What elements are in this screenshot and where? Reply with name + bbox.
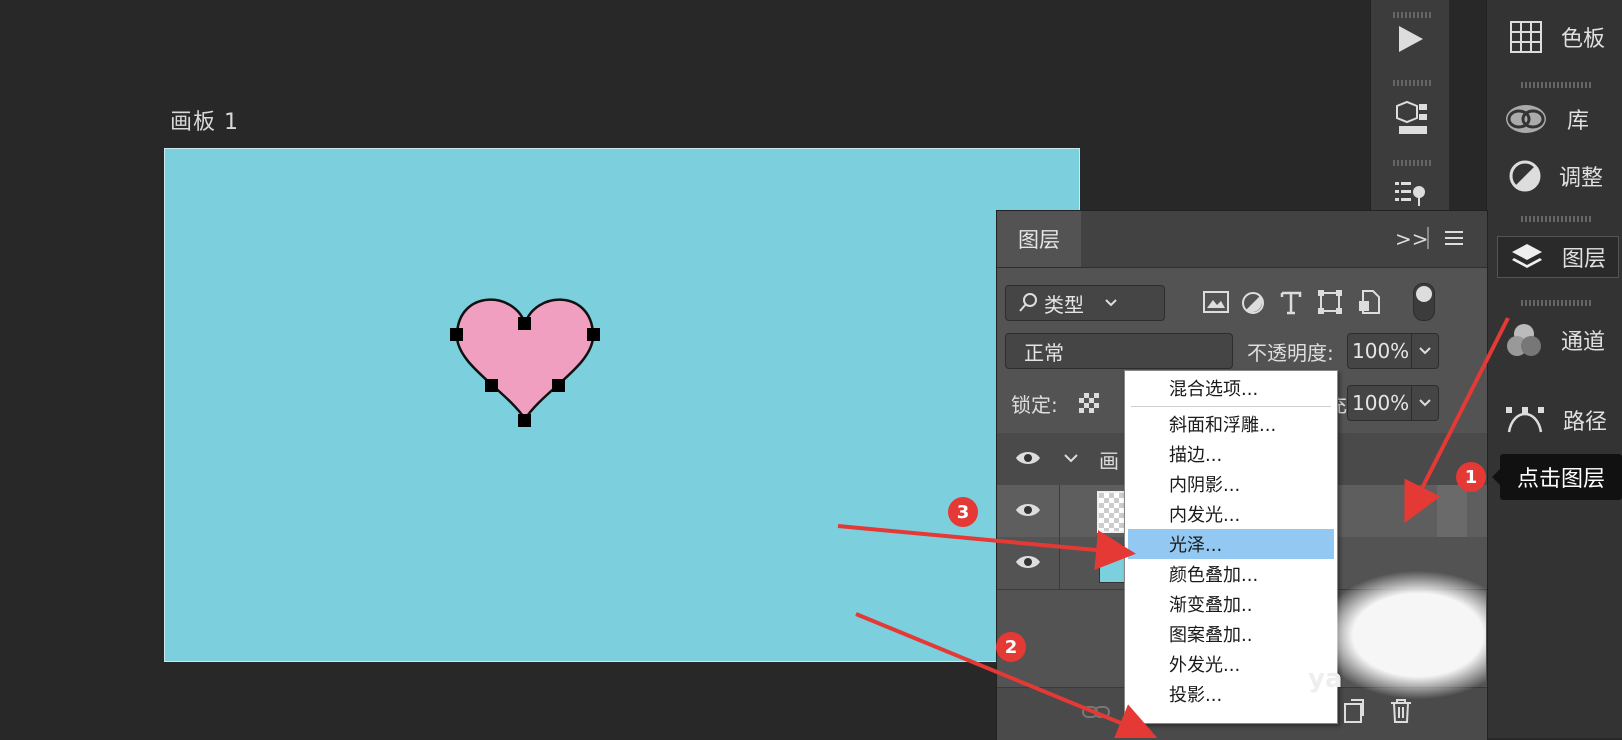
channels-icon: [1507, 324, 1541, 356]
eye-icon[interactable]: [1015, 501, 1041, 519]
chevron-down-icon[interactable]: [1411, 386, 1438, 420]
dock-column-panels: 色板 库 调整 图层 通道 路径: [1486, 0, 1622, 738]
filter-smart-object-icon[interactable]: [1357, 289, 1381, 319]
chevron-down-icon[interactable]: [1063, 453, 1079, 463]
step-badge-2: 2: [996, 632, 1026, 662]
filter-pixel-icon[interactable]: [1203, 291, 1229, 317]
menu-item-bevel-emboss[interactable]: 斜面和浮雕...: [1125, 409, 1337, 439]
3d-cube-icon[interactable]: [1393, 100, 1429, 142]
heart-shape[interactable]: [435, 289, 615, 439]
collapse-panel-button[interactable]: >>: [1395, 227, 1429, 251]
filter-toggle[interactable]: [1413, 283, 1435, 321]
artboard-canvas[interactable]: [164, 148, 1080, 662]
blend-mode-label: 正常: [1024, 340, 1064, 365]
anchor-point: [552, 379, 565, 392]
libraries-icon: [1506, 105, 1546, 133]
anchor-point: [518, 317, 531, 330]
search-icon: [1019, 293, 1037, 312]
watermark: ya: [1308, 570, 1486, 700]
lock-transparent-pixels-icon[interactable]: [1079, 393, 1099, 413]
eye-icon[interactable]: [1015, 449, 1041, 467]
menu-item-color-overlay[interactable]: 颜色叠加...: [1125, 559, 1337, 589]
blend-mode-dropdown[interactable]: 正常: [1005, 333, 1233, 369]
chevron-down-icon: [1105, 299, 1117, 307]
anchor-point: [450, 328, 463, 341]
dock-item-label: 色板: [1561, 27, 1606, 52]
filter-kind-dropdown[interactable]: 类型: [1005, 285, 1165, 321]
filter-shape-icon[interactable]: [1317, 289, 1343, 319]
menu-separator: [1131, 406, 1331, 407]
artboard-title: 画板 1: [170, 110, 239, 135]
step-badge-3: 3: [948, 497, 978, 527]
filter-type-icon[interactable]: [1279, 289, 1303, 319]
fill-field[interactable]: 100%: [1347, 385, 1439, 421]
link-layers-icon[interactable]: [1081, 702, 1111, 722]
dock-item-swatches[interactable]: 色板: [1509, 20, 1605, 54]
swatches-icon: [1510, 21, 1542, 53]
menu-item-inner-shadow[interactable]: 内阴影...: [1125, 469, 1337, 499]
dock-item-paths[interactable]: 路径: [1505, 404, 1607, 436]
dock-item-label: 图层: [1562, 247, 1607, 272]
opacity-field[interactable]: 100%: [1347, 333, 1439, 369]
filter-kind-label: 类型: [1044, 292, 1084, 317]
dock-item-adjustments[interactable]: 调整: [1509, 160, 1603, 192]
delete-layer-icon[interactable]: [1389, 698, 1413, 724]
paths-icon: [1506, 407, 1544, 433]
new-layer-icon[interactable]: [1341, 698, 1365, 724]
lock-label: 锁定:: [1011, 393, 1058, 417]
adjustments-icon: [1509, 160, 1541, 192]
menu-item-gradient-overlay[interactable]: 渐变叠加..: [1125, 589, 1337, 619]
layer-thumbnail: [1099, 545, 1127, 583]
anchor-point: [518, 414, 531, 427]
tab-layers[interactable]: 图层: [997, 211, 1081, 267]
properties-icon[interactable]: [1393, 180, 1427, 210]
menu-item-drop-shadow[interactable]: 投影...: [1125, 679, 1337, 709]
menu-item-blending-options[interactable]: 混合选项...: [1125, 373, 1337, 403]
dock-item-libraries[interactable]: 库: [1503, 102, 1589, 136]
menu-item-pattern-overlay[interactable]: 图案叠加..: [1125, 619, 1337, 649]
dock-item-layers[interactable]: 图层: [1497, 236, 1619, 278]
panel-header: 图层 >>: [997, 211, 1487, 268]
dock-item-label: 路径: [1563, 410, 1608, 435]
anchor-point: [587, 328, 600, 341]
filter-adjustment-icon[interactable]: [1241, 291, 1265, 319]
menu-item-satin[interactable]: 光泽...: [1128, 529, 1334, 559]
layer-name: 画: [1099, 449, 1119, 473]
step-badge-1: 1: [1456, 462, 1486, 492]
menu-item-stroke[interactable]: 描边...: [1125, 439, 1337, 469]
layer-style-menu: 混合选项... 斜面和浮雕... 描边... 内阴影... 内发光... 光泽.…: [1124, 370, 1338, 724]
dock-item-channels[interactable]: 通道: [1505, 322, 1605, 358]
play-icon[interactable]: [1393, 22, 1427, 60]
panel-menu-icon[interactable]: [1443, 229, 1465, 251]
dock-item-label: 通道: [1561, 330, 1606, 355]
menu-item-outer-glow[interactable]: 外发光...: [1125, 649, 1337, 679]
chevron-down-icon[interactable]: [1411, 334, 1438, 368]
dock-column-icons: [1370, 0, 1449, 210]
tooltip-click-layers: 点击图层: [1500, 454, 1622, 500]
anchor-point: [485, 379, 498, 392]
eye-icon[interactable]: [1015, 553, 1041, 571]
dock-item-label: 调整: [1559, 166, 1604, 191]
layers-icon: [1512, 244, 1542, 268]
dock-item-label: 库: [1567, 109, 1590, 134]
menu-item-inner-glow[interactable]: 内发光...: [1125, 499, 1337, 529]
opacity-label: 不透明度:: [1247, 341, 1334, 365]
